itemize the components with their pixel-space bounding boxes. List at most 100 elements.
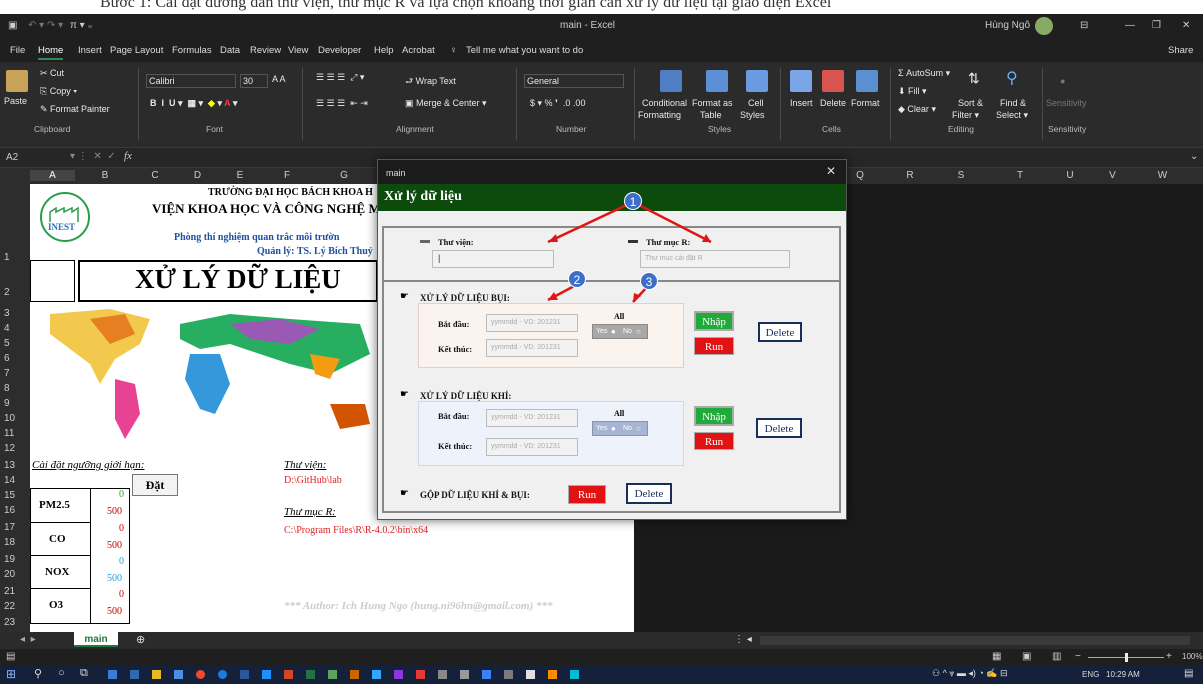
fx-icon[interactable]: fx [124,150,132,162]
col-header-s[interactable]: S [936,170,986,181]
gas-no-radio[interactable]: ○ [636,424,641,433]
add-sheet-icon[interactable]: ⊕ [136,633,145,646]
insert-cells-button[interactable]: Insert [790,98,813,108]
undo-icon[interactable]: ↶ ▾ ↷ ▾ [28,20,63,31]
row-header[interactable]: 8 [4,383,10,394]
col-header-r[interactable]: R [885,170,935,181]
app-icon[interactable] [482,670,491,679]
paste-icon[interactable] [6,70,28,92]
set-threshold-button[interactable]: Đặt [132,474,178,496]
row-header[interactable]: 3 [4,308,10,319]
sheet-tab-main[interactable]: main [74,632,118,647]
row-header[interactable]: 16 [4,505,15,516]
close-icon[interactable]: ✕ [1182,20,1190,31]
row-header[interactable]: 21 [4,586,15,597]
row-header[interactable]: 2 [4,287,10,298]
row-header[interactable]: 20 [4,569,15,580]
row-header[interactable]: 1 [4,252,10,263]
styles-button-label[interactable]: Styles [740,110,765,120]
row-header[interactable]: 13 [4,460,15,471]
pollutant-min[interactable]: 0 [119,556,124,567]
row-header[interactable]: 17 [4,522,15,533]
col-header-b[interactable]: B [75,170,135,181]
filter-label-wrap[interactable]: Filter ▾ [952,110,979,121]
formatting-label[interactable]: Formatting [638,110,681,120]
zoom-slider-thumb[interactable] [1125,653,1128,662]
view-normal-icon[interactable]: ▦ [992,651,1001,662]
merge-run-button[interactable]: Run [568,485,606,504]
zoom-out-icon[interactable]: − [1075,651,1081,662]
select-label-wrap[interactable]: Select ▾ [996,110,1028,121]
app-icon[interactable] [174,670,183,679]
col-header-t[interactable]: T [990,170,1050,181]
row-header[interactable]: 11 [4,428,14,439]
gas-run-button[interactable]: Run [694,432,734,450]
app-icon[interactable] [460,670,469,679]
gas-start-input[interactable]: yymmdd - VD: 201231 [486,409,578,427]
avatar[interactable] [1035,17,1053,35]
dust-end-input[interactable]: yymmdd - VD: 201231 [486,339,578,357]
fill-button[interactable]: ⬇ Fill ▾ [898,86,927,97]
autosum-button[interactable]: Σ AutoSum ▾ [898,68,950,79]
delete-cells-button[interactable]: Delete [820,98,846,108]
col-header-e[interactable]: E [220,170,260,181]
pollutant-max[interactable]: 500 [107,540,122,551]
format-as-label[interactable]: Format as [692,98,733,108]
task-view-icon[interactable]: ⧉ [80,667,88,680]
save-icon[interactable]: ▣ [8,20,17,31]
font-color-icon[interactable]: A [224,98,230,108]
row-header[interactable]: 14 [4,475,15,486]
col-header-d[interactable]: D [175,170,220,181]
tab-acrobat[interactable]: Acrobat [402,45,435,56]
number-format-icons[interactable]: $ ▾ % ❜ .0 .00 [530,98,585,109]
tab-review[interactable]: Review [250,45,281,56]
pollutant-min[interactable]: 0 [119,489,124,500]
cell-a2-selected[interactable] [30,260,75,302]
dialog-close-icon[interactable]: ✕ [826,164,836,178]
pollutant-max[interactable]: 500 [107,606,122,617]
language-indicator[interactable]: ENG [1082,670,1099,679]
tab-view[interactable]: View [288,45,308,56]
conditional-formatting-icon[interactable] [660,70,682,92]
row-header[interactable]: 9 [4,398,10,409]
bold-italic-underline[interactable]: B I U ▾ ▦ ▾ ◆ ▾ A ▾ [150,98,237,109]
expand-formula-icon[interactable]: ⌄ [1190,151,1198,162]
col-header-f[interactable]: F [262,170,312,181]
horizontal-scrollbar[interactable] [760,636,1190,645]
chrome-icon[interactable] [196,670,205,679]
powerpoint-icon[interactable] [284,670,293,679]
zoom-in-icon[interactable]: + [1166,651,1172,662]
premiere-icon[interactable] [394,670,403,679]
gas-end-input[interactable]: yymmdd - VD: 201231 [486,438,578,456]
cortana-icon[interactable]: ○ [58,667,65,679]
app-icon[interactable] [570,670,579,679]
illustrator-icon[interactable] [350,670,359,679]
row-header[interactable]: 5 [4,338,10,349]
copy-button[interactable]: ⎘ Copy ▾ [40,86,77,97]
user-name[interactable]: Hùng Ngô [985,20,1030,31]
view-page-break-icon[interactable]: ▥ [1052,651,1061,662]
font-grow-icon[interactable]: A A [272,74,286,84]
tab-help[interactable]: Help [374,45,394,56]
row-header[interactable]: 4 [4,323,10,334]
gas-yes-radio[interactable]: ● [611,424,616,433]
row-header[interactable]: 18 [4,537,15,548]
acrobat-icon[interactable] [416,670,425,679]
tab-page-layout[interactable]: Page Layout [110,45,163,56]
col-header-w[interactable]: W [1140,170,1185,181]
edge-icon[interactable] [218,670,227,679]
format-cells-button[interactable]: Format [851,98,880,108]
dust-run-button[interactable]: Run [694,337,734,355]
app-icon[interactable] [130,670,139,679]
photoshop-icon[interactable] [372,670,381,679]
font-size-select[interactable]: 30 [240,74,268,88]
conditional-label[interactable]: Conditional [642,98,687,108]
pollutant-max[interactable]: 500 [107,506,122,517]
app-icon[interactable] [504,670,513,679]
app-icon[interactable] [328,670,337,679]
pi-icon[interactable]: π ▾ ₌ [70,20,93,31]
fill-color-icon[interactable]: ◆ [208,98,215,108]
format-as-table-icon[interactable] [706,70,728,92]
find-label[interactable]: Find & [1000,98,1026,108]
font-name-select[interactable]: Calibri [146,74,236,88]
